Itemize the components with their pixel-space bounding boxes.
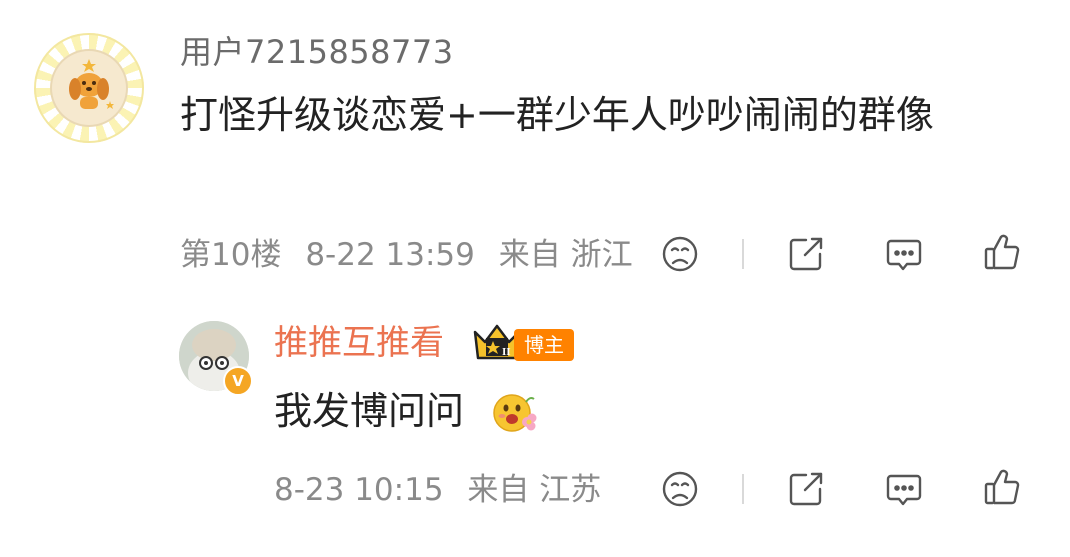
reply-time: 8-23 10:15	[274, 472, 444, 508]
action-divider	[742, 239, 744, 269]
reply-username[interactable]: 推推互推看	[274, 320, 444, 366]
dislike-icon[interactable]	[660, 469, 700, 509]
reply-meta: 8-23 10:15 来自 江苏	[274, 470, 601, 510]
like-icon[interactable]	[982, 467, 1022, 507]
comment-icon[interactable]	[884, 469, 924, 509]
svg-text:II: II	[502, 346, 511, 358]
dislike-icon[interactable]	[660, 234, 700, 274]
like-icon[interactable]	[982, 232, 1022, 272]
comment-text: 打怪升级谈恋爱+一群少年人吵吵闹闹的群像	[180, 93, 934, 137]
verified-v-icon: V	[223, 366, 253, 396]
share-icon[interactable]	[786, 469, 826, 509]
comment-username[interactable]: 用户7215858773	[180, 28, 454, 76]
comment-icon[interactable]	[884, 234, 924, 274]
floor-number: 第10楼	[180, 237, 282, 273]
flower-smile-emoji-icon	[490, 388, 538, 436]
comment-location: 来自 浙江	[498, 237, 633, 273]
comment-time: 8-22 13:59	[305, 237, 475, 273]
comment-meta: 第10楼 8-22 13:59 来自 浙江	[180, 235, 633, 275]
dog-avatar-icon	[52, 51, 126, 125]
share-icon[interactable]	[786, 234, 826, 274]
blogger-badge: 博主	[514, 329, 574, 361]
reply-text: 我发博问问	[274, 389, 465, 433]
action-divider	[742, 474, 744, 504]
avatar[interactable]	[34, 33, 144, 143]
reply-location: 来自 江苏	[467, 472, 602, 508]
